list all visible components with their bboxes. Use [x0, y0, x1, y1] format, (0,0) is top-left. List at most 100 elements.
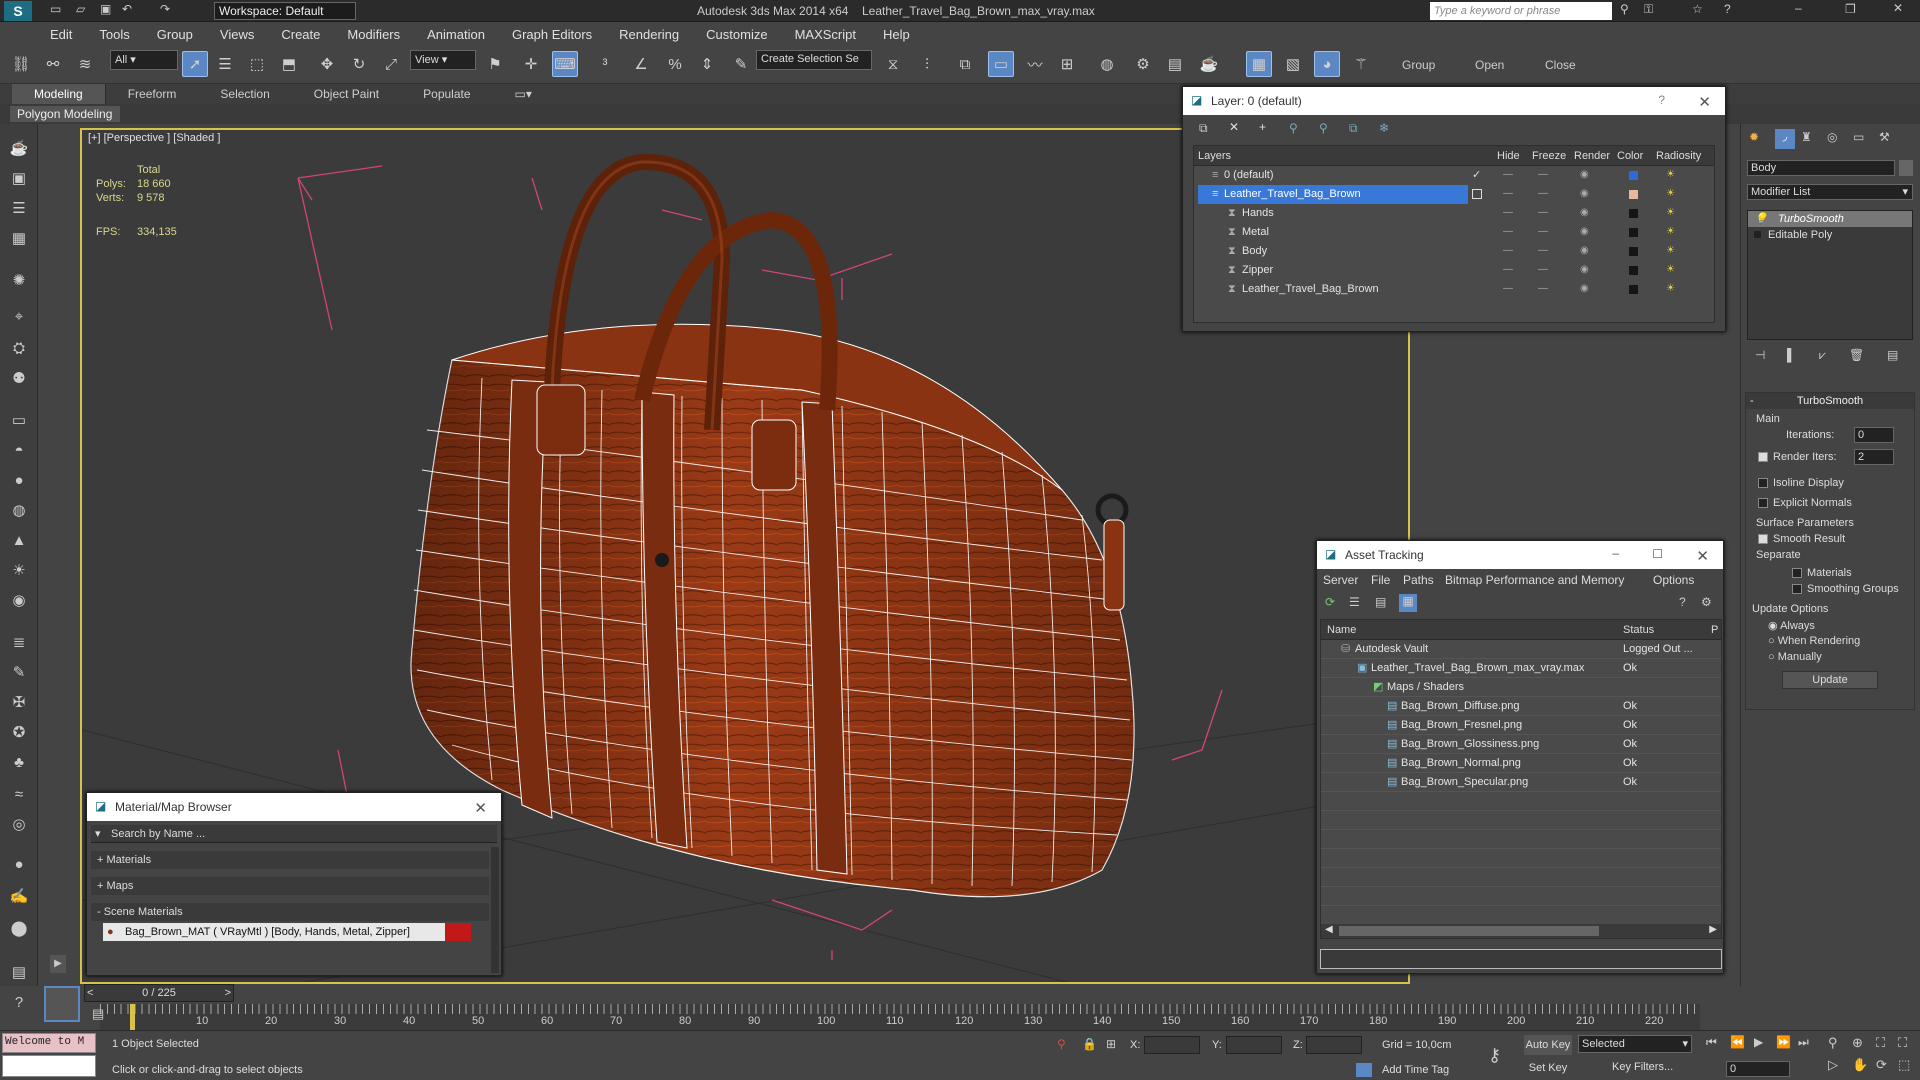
- smoothing-groups-option[interactable]: Smoothing Groups: [1792, 583, 1899, 595]
- material-close-icon[interactable]: ✕: [474, 799, 487, 817]
- undo-icon[interactable]: ↶: [122, 2, 132, 16]
- material-editor-icon[interactable]: ◍: [1094, 51, 1120, 77]
- layer-row[interactable]: ⧗ Body — — ◉ ☀: [1194, 242, 1714, 261]
- layer-color-swatch[interactable]: [1629, 209, 1638, 218]
- radiosity-toggle-icon[interactable]: ☀: [1666, 226, 1675, 237]
- render-toggle-icon[interactable]: ◉: [1580, 283, 1589, 294]
- delete-layer-icon[interactable]: ✕: [1229, 120, 1239, 134]
- layer-color-swatch[interactable]: [1629, 285, 1638, 294]
- tab-selection[interactable]: Selection: [198, 87, 291, 101]
- sun-icon[interactable]: ☀: [8, 560, 30, 582]
- keyboard-shortcut-icon[interactable]: ⌨: [552, 51, 578, 77]
- col-render[interactable]: Render: [1574, 150, 1610, 162]
- layer-window-titlebar[interactable]: ◪ Layer: 0 (default) ? ✕: [1183, 87, 1725, 115]
- pivot-icon[interactable]: ⚑: [482, 51, 508, 77]
- refresh-icon[interactable]: ⟳: [1325, 595, 1335, 609]
- go-start-icon[interactable]: ⏮: [1706, 1035, 1717, 1050]
- smooth-result-checkbox[interactable]: [1758, 534, 1768, 545]
- asset-menu-server[interactable]: Server: [1323, 573, 1358, 587]
- motion-tab-icon[interactable]: ◎: [1827, 130, 1837, 144]
- vray-wand-icon[interactable]: ⚚: [1348, 51, 1374, 77]
- smoothing-groups-checkbox[interactable]: [1792, 584, 1802, 595]
- render-iters-spinner[interactable]: 2: [1854, 449, 1894, 465]
- layer-row[interactable]: ⧗ Leather_Travel_Bag_Brown — — ◉ ☀: [1194, 280, 1714, 299]
- light-icon[interactable]: ✺: [8, 270, 30, 292]
- time-slider[interactable]: < 0 / 225 >: [84, 984, 234, 1002]
- hide-toggle-icon[interactable]: —: [1503, 188, 1513, 199]
- col-color[interactable]: Color: [1617, 150, 1643, 162]
- zoom-extents-all-icon[interactable]: ⛶: [1898, 1035, 1907, 1051]
- time-prev-icon[interactable]: <: [87, 985, 93, 1001]
- field-of-view-icon[interactable]: ▷: [1828, 1057, 1838, 1073]
- set-key-icon[interactable]: ⚷: [1488, 1045, 1501, 1066]
- snap-3-icon[interactable]: ³: [592, 51, 618, 77]
- scale-icon[interactable]: ⤢: [378, 51, 404, 77]
- freeze-toggle-icon[interactable]: —: [1538, 226, 1548, 237]
- minimize-icon[interactable]: –: [1795, 1, 1802, 15]
- rollout-header[interactable]: - TurboSmooth: [1746, 393, 1914, 409]
- open-file-icon[interactable]: ▱: [76, 2, 85, 16]
- layer-color-swatch[interactable]: [1629, 190, 1638, 199]
- expand-box-icon[interactable]: [1754, 231, 1761, 238]
- hide-toggle-icon[interactable]: —: [1503, 245, 1513, 256]
- asset-menu-bitmap[interactable]: Bitmap Performance and Memory: [1445, 573, 1624, 587]
- when-rendering-option[interactable]: ○ When Rendering: [1768, 635, 1860, 647]
- hide-toggle-icon[interactable]: —: [1503, 169, 1513, 180]
- new-layer-icon[interactable]: ⧉: [1199, 121, 1208, 136]
- play-icon[interactable]: ▶: [1754, 1035, 1763, 1049]
- tab-object-paint[interactable]: Object Paint: [292, 87, 401, 101]
- section-maps[interactable]: + Maps: [91, 877, 489, 895]
- asset-hscrollbar[interactable]: ◀ ▶: [1321, 924, 1721, 938]
- help-icon[interactable]: ?: [1724, 2, 1731, 16]
- mirror-icon[interactable]: ⧖: [880, 51, 906, 77]
- asset-row[interactable]: ⛁ Autodesk Vault Logged Out ...: [1321, 640, 1721, 659]
- key-icon[interactable]: ⚿: [1644, 2, 1653, 17]
- materials-option[interactable]: Materials: [1792, 567, 1852, 579]
- list-icon[interactable]: ☰: [8, 198, 30, 220]
- menu-tools[interactable]: Tools: [99, 27, 129, 42]
- unlink-icon[interactable]: ⚯: [40, 51, 66, 77]
- layer-explorer-icon[interactable]: ▤: [92, 1006, 104, 1022]
- menu-views[interactable]: Views: [220, 27, 254, 42]
- col-radiosity[interactable]: Radiosity: [1656, 150, 1701, 162]
- render-toggle-icon[interactable]: ◉: [1580, 207, 1589, 218]
- close-button[interactable]: Close: [1545, 58, 1576, 72]
- rect-selection-icon[interactable]: ⬚: [244, 51, 270, 77]
- freeze-toggle-icon[interactable]: —: [1538, 245, 1548, 256]
- highlight-layer-icon[interactable]: ⚲: [1319, 121, 1328, 135]
- plant-icon[interactable]: ♣: [8, 752, 30, 774]
- timeline-track[interactable]: 10 20 30 40 50 60 70 80 90 100 110 120 130 140 150 160 1…: [100, 1004, 1700, 1030]
- maxscript-mini[interactable]: [2, 1055, 96, 1077]
- object-color-swatch[interactable]: [1899, 160, 1913, 176]
- next-frame-icon[interactable]: ⏩: [1776, 1035, 1791, 1049]
- save-file-icon[interactable]: ▣: [100, 2, 111, 16]
- polygon-modeling-label[interactable]: Polygon Modeling: [10, 106, 120, 122]
- remove-modifier-icon[interactable]: 🗑: [1849, 348, 1864, 362]
- create-tab-icon[interactable]: ✹: [1749, 130, 1759, 144]
- ball-icon[interactable]: ◉: [8, 590, 30, 612]
- pan-icon[interactable]: ✋: [1852, 1057, 1868, 1073]
- key-filters-button[interactable]: Key Filters...: [1612, 1061, 1673, 1073]
- hide-toggle-icon[interactable]: —: [1503, 207, 1513, 218]
- render-toggle-icon[interactable]: ◉: [1580, 188, 1589, 199]
- time-next-icon[interactable]: >: [225, 985, 231, 1001]
- select-layer-icon[interactable]: ⚲: [1289, 121, 1298, 135]
- layer-close-icon[interactable]: ✕: [1698, 93, 1711, 111]
- hide-toggle-icon[interactable]: —: [1503, 226, 1513, 237]
- modifier-list-dropdown[interactable]: Modifier List ▾: [1747, 184, 1913, 200]
- rollout-collapse-icon[interactable]: -: [1750, 393, 1754, 409]
- material-vscrollbar[interactable]: [491, 847, 499, 973]
- vray-light-lister-icon[interactable]: ▧: [1280, 51, 1306, 77]
- select-object-icon[interactable]: ➚: [182, 51, 208, 77]
- workspace-dropdown[interactable]: Workspace: Default: [214, 2, 356, 20]
- shell-icon[interactable]: ◎: [8, 814, 30, 836]
- material-search-field[interactable]: ▾ Search by Name ...: [91, 825, 497, 843]
- section-scene-materials[interactable]: - Scene Materials: [91, 903, 489, 921]
- sphere-icon[interactable]: ●: [8, 470, 30, 492]
- maxscript-listener[interactable]: Welcome to M: [2, 1033, 96, 1053]
- bind-spacewarp-icon[interactable]: ≋: [72, 51, 98, 77]
- layer-row[interactable]: ⧗ Zipper — — ◉ ☀: [1194, 261, 1714, 280]
- menu-edit[interactable]: Edit: [50, 27, 72, 42]
- ref-coord-dropdown[interactable]: View ▾: [410, 50, 476, 70]
- freeze-toggle-icon[interactable]: —: [1538, 169, 1548, 180]
